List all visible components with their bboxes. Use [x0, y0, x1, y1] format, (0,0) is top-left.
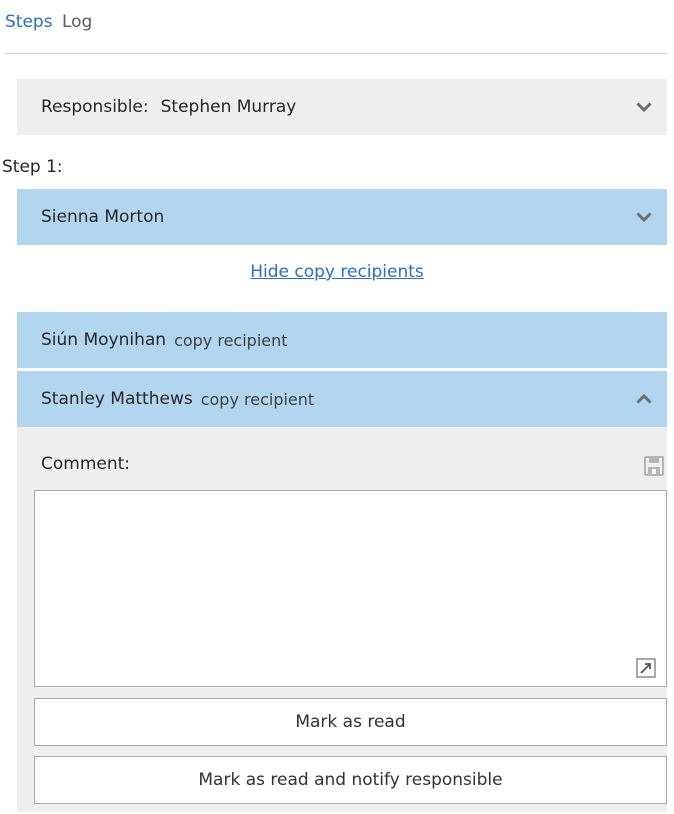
tab-steps[interactable]: Steps [5, 12, 53, 32]
chevron-down-icon[interactable] [635, 211, 653, 223]
detail-panel: Comment: Mark as read Mark as read and n… [17, 427, 667, 812]
hide-copy-recipients-link[interactable]: Hide copy recipients [0, 262, 674, 282]
save-icon[interactable] [643, 455, 665, 477]
mark-as-read-button[interactable]: Mark as read [34, 698, 667, 746]
tab-bar: Steps Log [5, 12, 92, 32]
recipient-name: Sienna Morton [41, 207, 165, 227]
copy-recipient-role: copy recipient [200, 389, 315, 409]
mark-as-read-notify-button[interactable]: Mark as read and notify responsible [34, 756, 667, 804]
chevron-up-icon[interactable] [635, 393, 653, 405]
comment-textarea[interactable] [34, 490, 667, 687]
chevron-down-icon[interactable] [635, 101, 653, 113]
responsible-row[interactable]: Responsible: Stephen Murray [17, 79, 667, 135]
copy-recipient-row-expanded[interactable]: Stanley Matthews copy recipient [17, 371, 667, 427]
step-label: Step 1: [2, 157, 63, 177]
tab-log[interactable]: Log [62, 12, 92, 32]
responsible-label: Responsible: [41, 97, 149, 117]
comment-label: Comment: [41, 454, 131, 474]
copy-recipient-name: Stanley Matthews [41, 389, 193, 409]
copy-recipient-role: copy recipient [174, 330, 288, 350]
tab-divider [5, 53, 667, 54]
copy-recipient-name: Siún Moynihan [41, 330, 167, 350]
recipient-row[interactable]: Sienna Morton [17, 189, 667, 245]
responsible-name: Stephen Murray [160, 97, 297, 117]
expand-icon[interactable] [636, 658, 656, 678]
copy-recipient-row[interactable]: Siún Moynihan copy recipient [17, 312, 667, 368]
